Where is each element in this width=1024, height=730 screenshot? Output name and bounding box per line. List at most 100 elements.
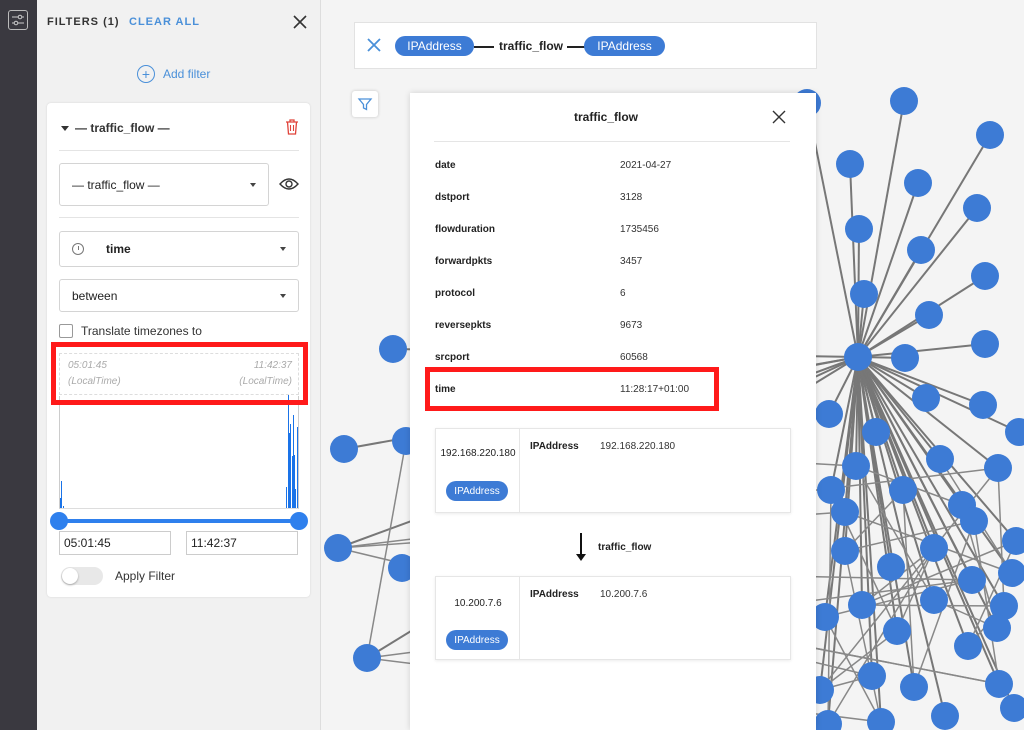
chevron-down-icon [280, 293, 286, 298]
graph-node[interactable] [900, 673, 928, 701]
property-value: 6 [620, 288, 626, 299]
chevron-down-icon [280, 247, 286, 251]
property-key: protocol [435, 288, 475, 299]
slider-start-handle[interactable] [50, 512, 68, 530]
source-node-ip: 192.168.220.180 [440, 448, 516, 459]
graph-node[interactable] [904, 169, 932, 197]
property-key: srcport [435, 352, 470, 363]
clock-icon [72, 243, 84, 255]
graph-node[interactable] [831, 537, 859, 565]
graph-node[interactable] [889, 476, 917, 504]
range-from-time: 05:01:45 [68, 360, 107, 371]
range-start-input[interactable] [59, 531, 171, 555]
graph-node[interactable] [983, 614, 1011, 642]
graph-node[interactable] [844, 343, 872, 371]
graph-node[interactable] [985, 670, 1013, 698]
graph-node[interactable] [954, 632, 982, 660]
target-node-summary: 10.200.7.6 IPAddress [436, 577, 520, 659]
filter-funnel-icon[interactable] [352, 91, 378, 117]
graph-node[interactable] [891, 344, 919, 372]
apply-filter-toggle[interactable] [61, 567, 103, 585]
graph-node[interactable] [814, 710, 842, 730]
filter-panel: FILTERS (1) CLEAR ALL + Add filter — tra… [37, 0, 321, 730]
range-end-input[interactable] [186, 531, 298, 555]
graph-node[interactable] [850, 280, 878, 308]
close-icon[interactable] [367, 38, 381, 52]
property-key: flowduration [435, 224, 495, 235]
eye-icon[interactable] [279, 177, 299, 191]
divider [59, 217, 299, 218]
query-from-node-pill[interactable]: IPAddress [395, 36, 474, 56]
graph-node[interactable] [842, 452, 870, 480]
graph-node[interactable] [912, 384, 940, 412]
histogram-bar [62, 505, 64, 508]
graph-node[interactable] [976, 121, 1004, 149]
source-node-summary: 192.168.220.180 IPAddress [436, 429, 520, 512]
graph-node[interactable] [1002, 527, 1024, 555]
graph-node[interactable] [858, 662, 886, 690]
graph-node[interactable] [877, 553, 905, 581]
graph-node[interactable] [831, 498, 859, 526]
graph-node[interactable] [969, 391, 997, 419]
graph-node[interactable] [815, 400, 843, 428]
edge-type-select[interactable]: — traffic_flow — [59, 163, 269, 206]
divider [434, 141, 790, 142]
graph-edge [857, 207, 978, 358]
graph-node[interactable] [920, 586, 948, 614]
target-node-prop-key: IPAddress [530, 589, 579, 600]
collapse-caret-icon [61, 125, 69, 131]
target-node-type-pill[interactable]: IPAddress [446, 630, 508, 650]
trash-icon[interactable] [285, 119, 299, 135]
graph-node[interactable] [960, 507, 988, 535]
sliders-icon[interactable] [8, 10, 28, 30]
graph-node[interactable] [907, 236, 935, 264]
graph-node[interactable] [883, 617, 911, 645]
graph-node[interactable] [1005, 418, 1024, 446]
graph-node[interactable] [971, 330, 999, 358]
operator-select[interactable]: between [59, 279, 299, 312]
graph-node[interactable] [848, 591, 876, 619]
property-value: 3457 [620, 256, 643, 267]
graph-node[interactable] [963, 194, 991, 222]
graph-node[interactable] [353, 644, 381, 672]
source-node-type-pill[interactable]: IPAddress [446, 481, 508, 501]
graph-node[interactable] [926, 445, 954, 473]
graph-node[interactable] [324, 534, 352, 562]
operator-select-value: between [72, 288, 118, 303]
translate-timezones-row: Translate timezones to [59, 324, 202, 338]
clear-all-link[interactable]: CLEAR ALL [129, 16, 200, 28]
graph-node[interactable] [845, 215, 873, 243]
target-node-card[interactable]: 10.200.7.6 IPAddress IPAddress 10.200.7.… [435, 576, 791, 660]
translate-timezones-checkbox[interactable] [59, 324, 73, 338]
graph-node[interactable] [867, 708, 895, 730]
graph-node[interactable] [1000, 694, 1024, 722]
target-node-ip: 10.200.7.6 [454, 598, 502, 609]
slider-track[interactable] [59, 519, 299, 523]
query-edge-label[interactable]: traffic_flow [499, 39, 563, 53]
slider-end-handle[interactable] [290, 512, 308, 530]
property-value: 3128 [620, 192, 643, 203]
property-select[interactable]: time [59, 231, 299, 267]
property-key: reversepkts [435, 320, 492, 331]
close-icon[interactable] [291, 13, 309, 31]
graph-node[interactable] [915, 301, 943, 329]
graph-node[interactable] [920, 534, 948, 562]
graph-node[interactable] [862, 418, 890, 446]
time-histogram [59, 395, 299, 509]
property-key: date [435, 160, 456, 171]
time-range-slider[interactable] [50, 512, 308, 530]
graph-node[interactable] [984, 454, 1012, 482]
add-filter-button[interactable]: + Add filter [137, 65, 210, 83]
graph-node[interactable] [379, 335, 407, 363]
graph-node[interactable] [958, 566, 986, 594]
filter-card-header[interactable]: — traffic_flow — [61, 121, 170, 135]
popup-title: traffic_flow [573, 110, 638, 124]
graph-node[interactable] [890, 87, 918, 115]
graph-node[interactable] [330, 435, 358, 463]
close-icon[interactable] [772, 110, 786, 124]
graph-node[interactable] [971, 262, 999, 290]
source-node-card[interactable]: 192.168.220.180 IPAddress IPAddress 192.… [435, 428, 791, 513]
graph-node[interactable] [931, 702, 959, 730]
query-to-node-pill[interactable]: IPAddress [584, 36, 665, 56]
graph-node[interactable] [836, 150, 864, 178]
